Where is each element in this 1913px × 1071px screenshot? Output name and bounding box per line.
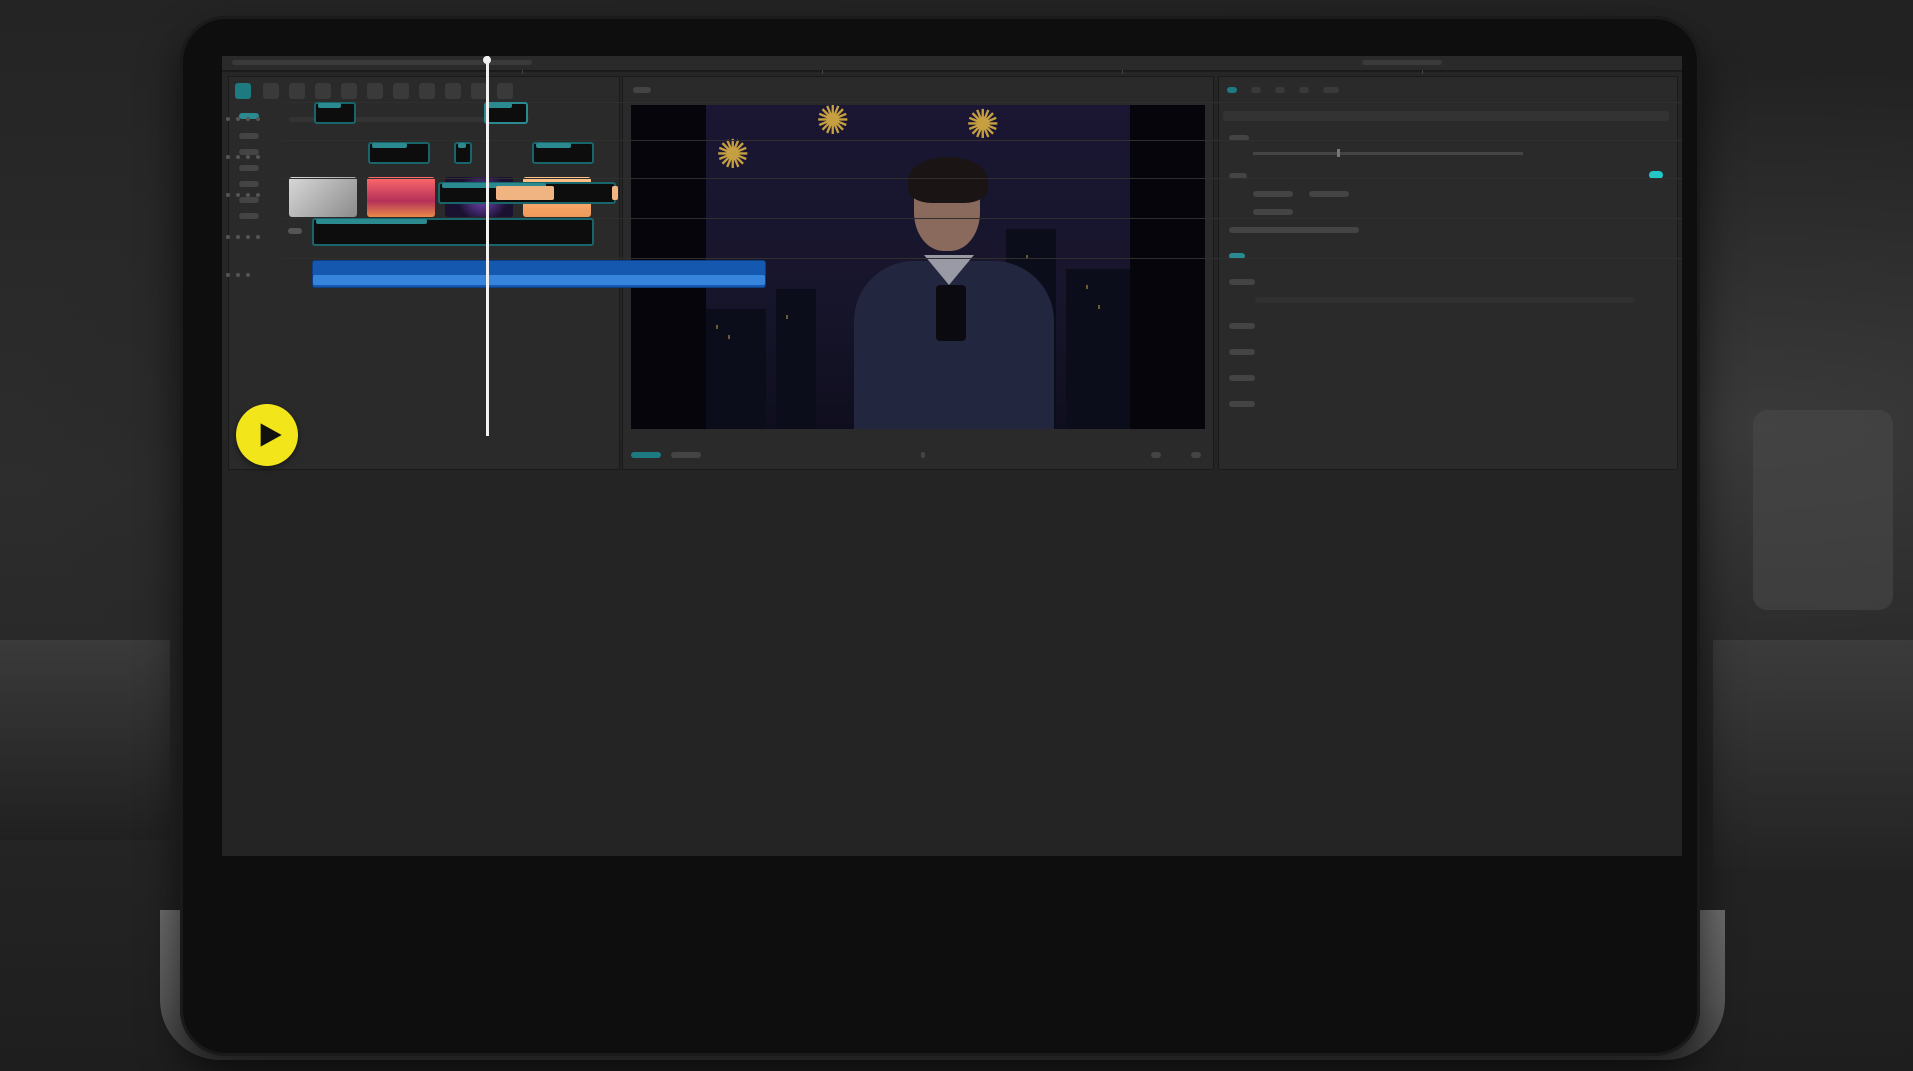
window-light [728,335,730,339]
ruler-tick [1422,70,1423,74]
rotation-field[interactable] [1253,209,1293,215]
desk-right [1713,640,1913,870]
adjust-props-tab[interactable] [1323,87,1339,93]
phone-icon [936,285,966,341]
building [776,289,816,429]
media-tool-icon[interactable] [235,83,251,99]
viewer-controls [631,449,1205,461]
ruler-tick [522,70,523,74]
effects-tool-icon[interactable] [341,83,357,99]
video-track [282,140,1682,169]
speed-props-tab[interactable] [1275,87,1285,93]
video-play-button[interactable] [236,404,298,466]
building [1066,269,1130,429]
timeline-clip[interactable] [314,102,356,124]
track-controls[interactable] [226,108,276,121]
timeline-clip[interactable] [454,142,472,164]
transitions-tool-icon[interactable] [367,83,383,99]
timecode-current [631,452,661,458]
editor-screen: ✺ ✺ ✺ [222,56,1682,856]
playhead[interactable] [483,56,491,436]
main-track-cover-icon[interactable] [288,228,302,234]
templates-tool-icon[interactable] [471,83,487,99]
selected-clip-edge[interactable] [612,186,618,200]
selected-clip[interactable] [496,186,554,200]
zoom-slider[interactable] [1362,60,1442,65]
viewer-play-icon[interactable] [921,452,925,458]
track-controls[interactable] [226,146,276,159]
adjust-tool-icon[interactable] [445,83,461,99]
timeline-clip[interactable] [484,102,528,124]
audio-props-tab[interactable] [1251,87,1261,93]
fullscreen-icon[interactable] [1191,452,1201,458]
track-controls[interactable] [226,184,276,197]
sticker-tool-icon[interactable] [315,83,331,99]
animation-props-tab[interactable] [1299,87,1309,93]
ai-tool-icon[interactable] [497,83,513,99]
window-light [1098,305,1100,309]
video-props-tab[interactable] [1227,87,1237,93]
window-light [786,315,788,319]
audio-tool-icon[interactable] [263,83,279,99]
timecode-total [671,452,701,458]
sidebar-item-more[interactable] [239,213,259,219]
property-label [1229,323,1255,329]
sidebar-item-spaces[interactable] [239,197,259,203]
property-bar[interactable] [1255,297,1635,303]
text-tool-icon[interactable] [289,83,305,99]
property-label [1229,401,1255,407]
play-icon [260,423,282,447]
property-label [1229,349,1255,355]
viewer-title [633,87,651,93]
track-controls[interactable] [226,226,276,239]
ruler-tick [822,70,823,74]
building [706,309,766,429]
office-chair [1753,410,1893,610]
audio-clip[interactable] [312,260,766,288]
property-label [1229,375,1255,381]
captions-tool-icon[interactable] [393,83,409,99]
timeline-toolbar [222,56,1682,71]
sidebar-item-stock[interactable] [239,165,259,171]
desk-left [0,640,170,840]
sidebar-item-import[interactable] [239,133,259,139]
window-light [716,325,718,329]
main-track-clip[interactable] [312,218,594,246]
ratio-button[interactable] [1151,452,1161,458]
track-controls[interactable] [226,264,276,277]
timeline-clip[interactable] [532,142,594,164]
filters-tool-icon[interactable] [419,83,435,99]
playhead-handle[interactable] [483,56,491,64]
ruler-tick [1122,70,1123,74]
timeline-clip[interactable] [368,142,430,164]
